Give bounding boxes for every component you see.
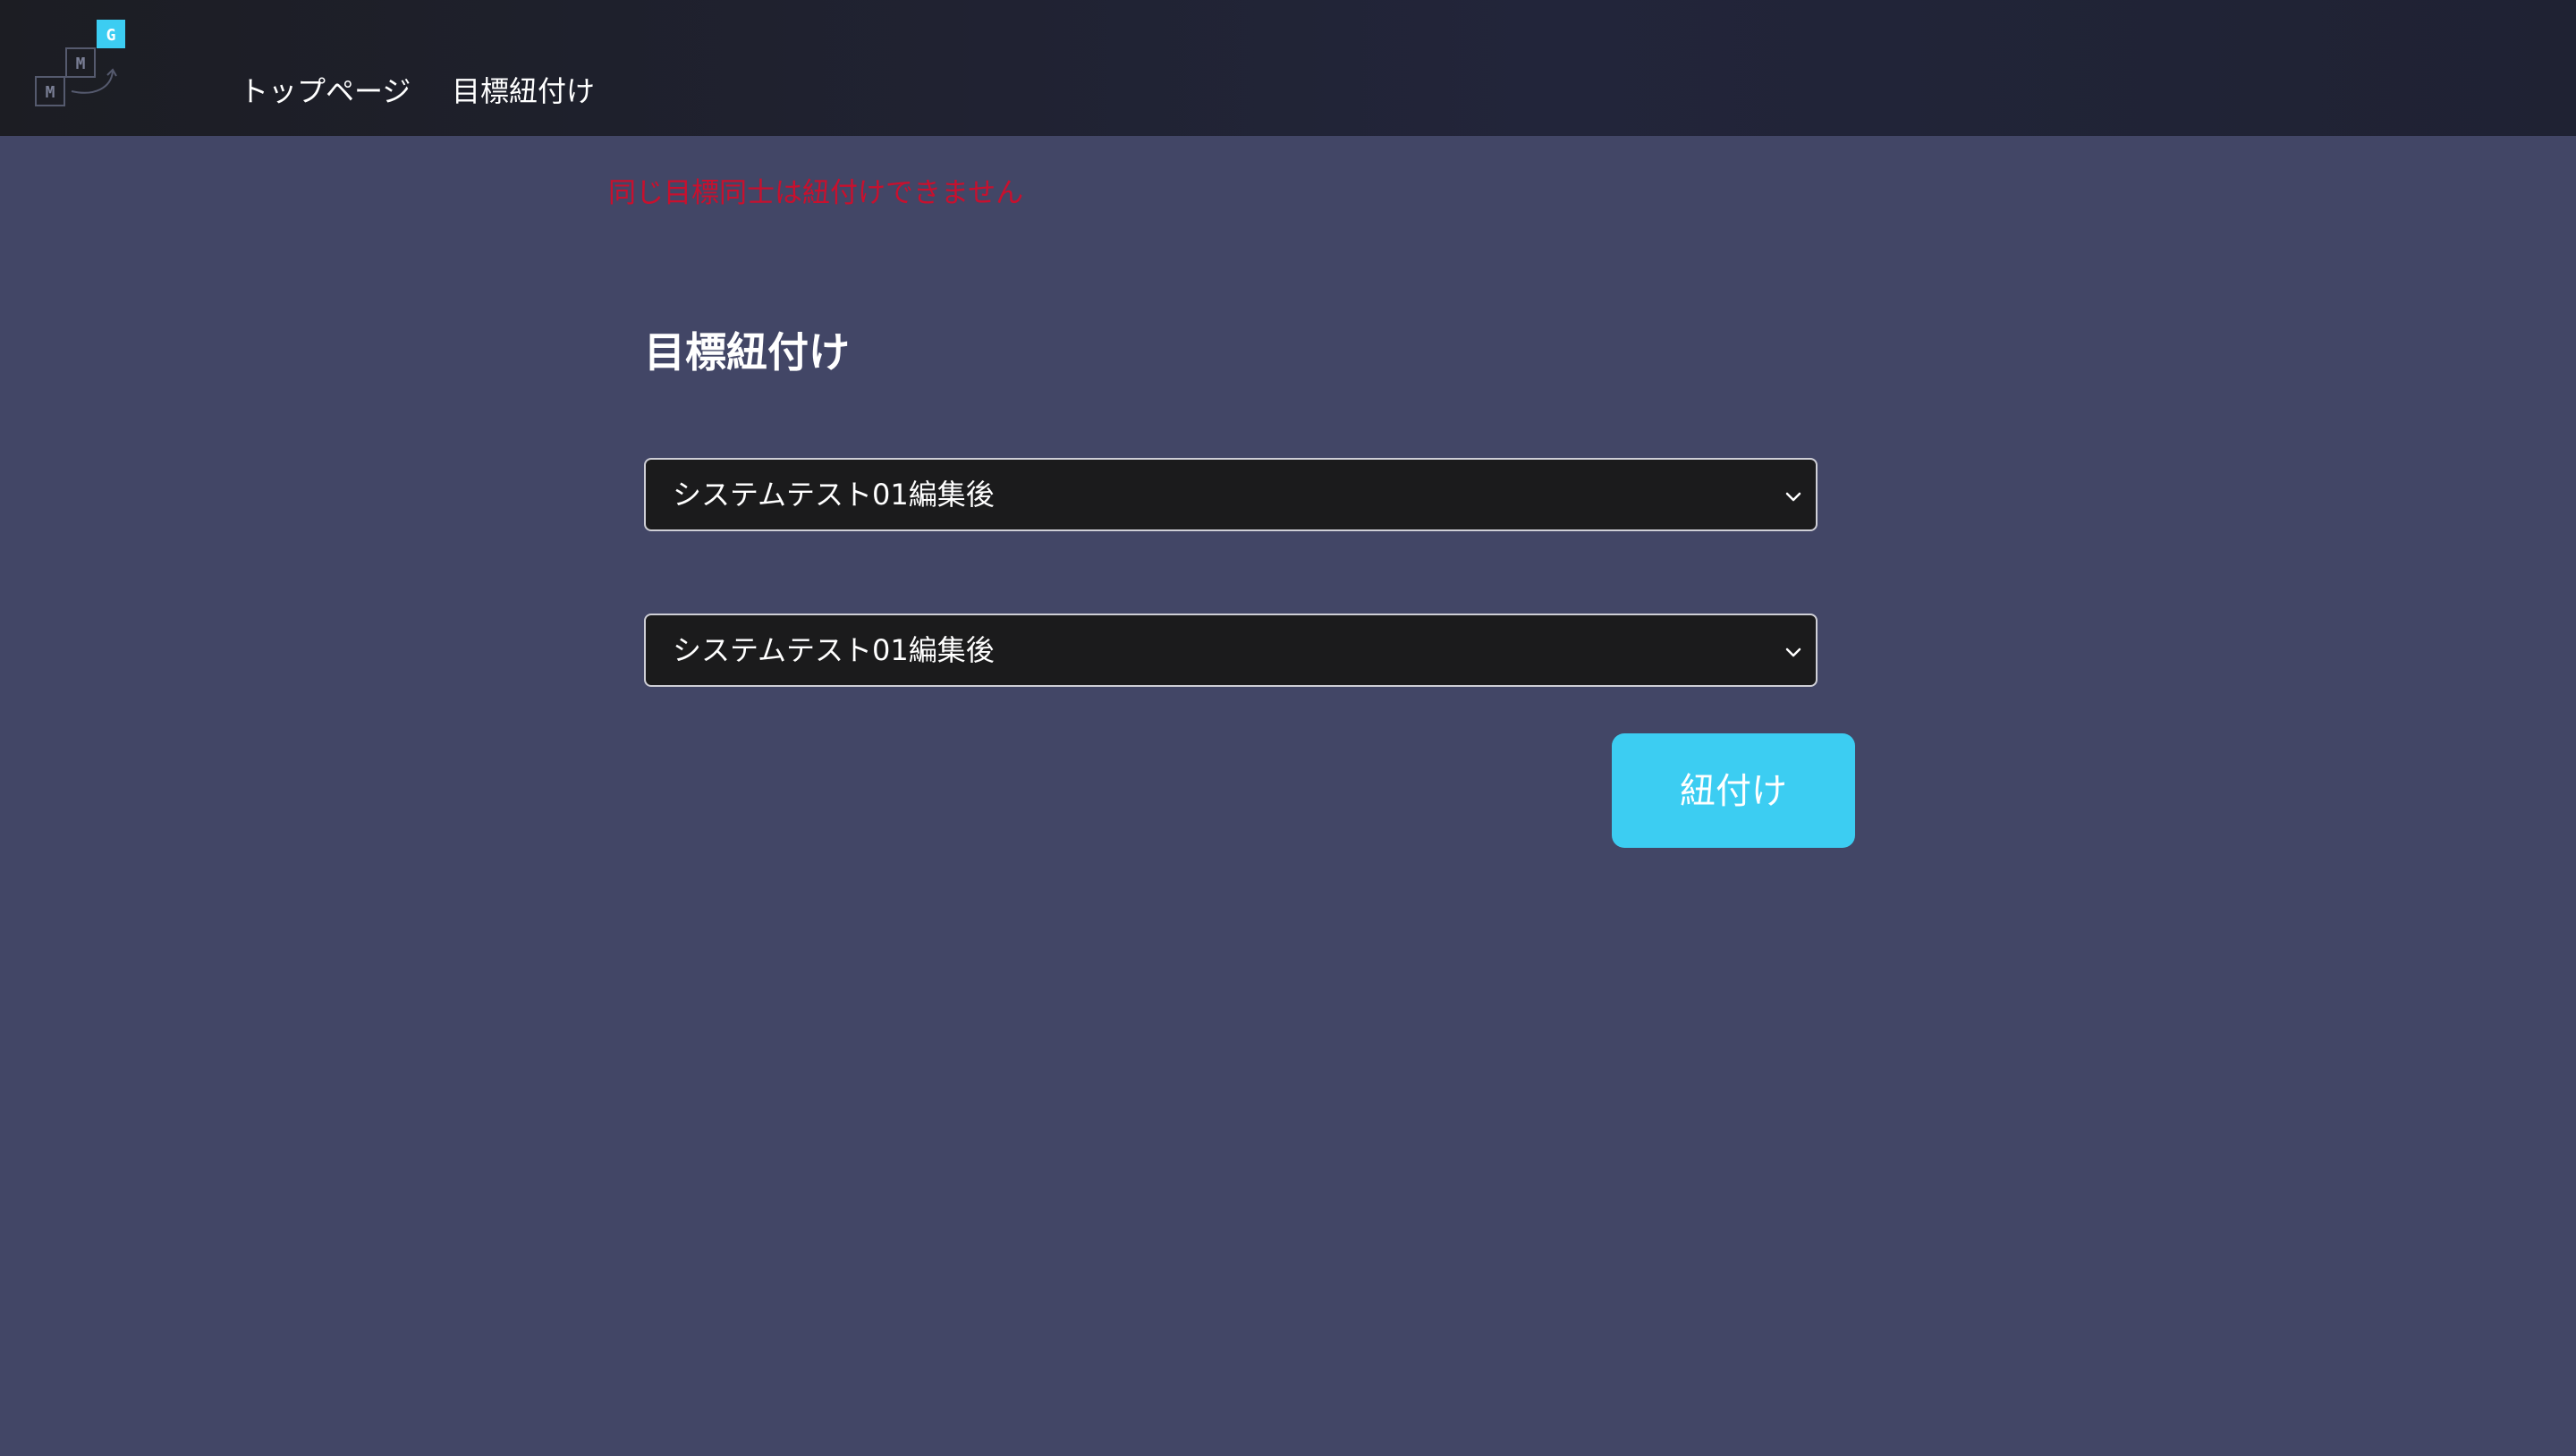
link-submit-button[interactable]: 紐付け	[1612, 733, 1855, 848]
navbar: M M G トップページ 目標紐付け	[0, 0, 2576, 136]
error-message: 同じ目標同士は紐付けできません	[608, 177, 1024, 209]
goal-select-2[interactable]: システムテスト01編集後	[644, 614, 1818, 687]
logo-letter-g: G	[106, 26, 116, 45]
logo-letter-m2: M	[76, 55, 86, 73]
goal-select-1[interactable]: システムテスト01編集後	[644, 458, 1818, 531]
nav-link-goal-linking[interactable]: 目標紐付け	[452, 73, 595, 109]
logo-letter-m1: M	[46, 83, 55, 102]
logo-icon[interactable]: M M G	[32, 16, 131, 109]
chevron-down-icon	[1785, 492, 1801, 502]
page-title: 目標紐付け	[644, 328, 850, 377]
goal-select-1-value: システムテスト01編集後	[673, 478, 995, 512]
nav-link-top-page[interactable]: トップページ	[240, 73, 411, 109]
chevron-down-icon	[1785, 648, 1801, 657]
goal-select-2-value: システムテスト01編集後	[673, 633, 995, 667]
